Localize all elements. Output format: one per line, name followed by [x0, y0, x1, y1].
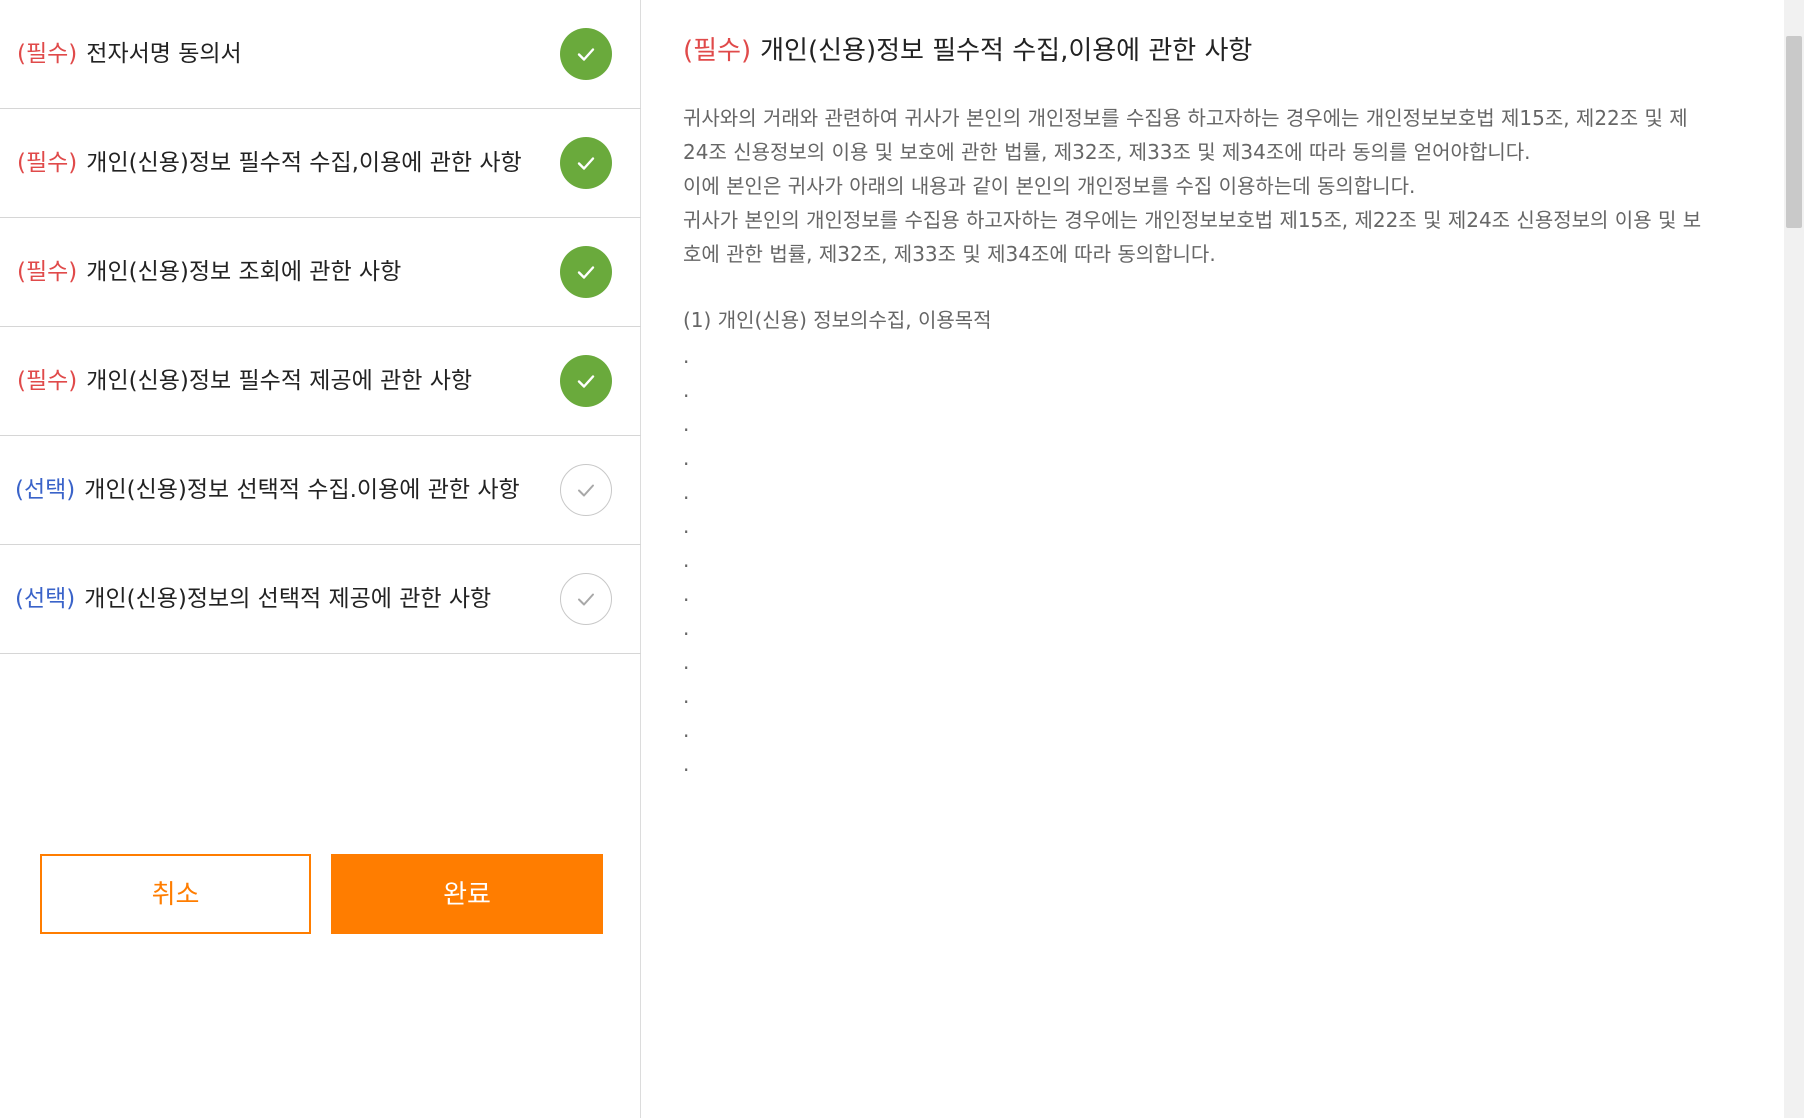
check-icon[interactable]	[560, 246, 612, 298]
detail-paragraph: 귀사가 본인의 개인정보를 수집용 하고자하는 경우에는 개인정보보호법 제15…	[683, 208, 1702, 266]
consent-item-label: 개인(신용)정보의 선택적 제공에 관한 사항	[84, 586, 492, 612]
ellipsis-line: .	[683, 514, 690, 538]
ellipsis-line: .	[683, 650, 690, 674]
detail-section-heading: (1) 개인(신용) 정보의수집, 이용목적	[683, 308, 992, 332]
ellipsis-line: .	[683, 752, 690, 776]
consent-item-text: (필수) 개인(신용)정보 필수적 수집,이용에 관한 사항	[17, 109, 522, 217]
consent-item-label: 전자서명 동의서	[86, 41, 242, 67]
done-button[interactable]: 완료	[331, 854, 603, 934]
check-icon[interactable]	[560, 137, 612, 189]
detail-body: 귀사와의 거래와 관련하여 귀사가 본인의 개인정보를 수집용 하고자하는 경우…	[683, 101, 1713, 271]
consent-item-text: (필수) 전자서명 동의서	[17, 0, 242, 108]
detail-paragraph: 이에 본인은 귀사가 아래의 내용과 같이 본인의 개인정보를 수집 이용하는데…	[683, 174, 1416, 198]
optional-tag: (선택)	[15, 586, 76, 612]
required-tag: (필수)	[17, 259, 78, 285]
cancel-button[interactable]: 취소	[40, 854, 311, 934]
ellipsis-line: .	[683, 412, 690, 436]
consent-item-label: 개인(신용)정보 필수적 제공에 관한 사항	[86, 368, 473, 394]
optional-tag: (선택)	[15, 477, 76, 503]
scrollbar[interactable]	[1784, 0, 1804, 1118]
required-tag: (필수)	[17, 150, 78, 176]
consent-item-text: (선택) 개인(신용)정보 선택적 수집.이용에 관한 사항	[15, 436, 520, 544]
consent-item-text: (필수) 개인(신용)정보 조회에 관한 사항	[17, 218, 401, 326]
detail-title-text: 개인(신용)정보 필수적 수집,이용에 관한 사항	[760, 36, 1253, 66]
ellipsis-line: .	[683, 582, 690, 606]
consent-item-inquiry[interactable]: (필수) 개인(신용)정보 조회에 관한 사항	[0, 218, 641, 327]
consent-list: (필수) 전자서명 동의서 (필수) 개인(신용)정보 필수적 수집,이용에 관한 …	[0, 0, 641, 654]
detail-ellipsis-list: . . . . . . . . . . . . .	[683, 339, 689, 781]
consent-item-text: (선택) 개인(신용)정보의 선택적 제공에 관한 사항	[15, 545, 491, 653]
required-tag: (필수)	[683, 36, 752, 66]
ellipsis-line: .	[683, 480, 690, 504]
check-icon[interactable]	[560, 464, 612, 516]
detail-paragraph: 귀사와의 거래와 관련하여 귀사가 본인의 개인정보를 수집용 하고자하는 경우…	[683, 106, 1688, 164]
required-tag: (필수)	[17, 368, 78, 394]
ellipsis-line: .	[683, 684, 690, 708]
consent-item-optional-provision[interactable]: (선택) 개인(신용)정보의 선택적 제공에 관한 사항	[0, 545, 641, 654]
consent-item-optional-collection[interactable]: (선택) 개인(신용)정보 선택적 수집.이용에 관한 사항	[0, 436, 641, 545]
ellipsis-line: .	[683, 616, 690, 640]
ellipsis-line: .	[683, 446, 690, 470]
consent-item-required-provision[interactable]: (필수) 개인(신용)정보 필수적 제공에 관한 사항	[0, 327, 641, 436]
ellipsis-line: .	[683, 378, 690, 402]
consent-item-label: 개인(신용)정보 필수적 수집,이용에 관한 사항	[86, 150, 522, 176]
ellipsis-line: .	[683, 548, 690, 572]
ellipsis-line: .	[683, 718, 690, 742]
ellipsis-line: .	[683, 344, 690, 368]
consent-list-panel: (필수) 전자서명 동의서 (필수) 개인(신용)정보 필수적 수집,이용에 관한 …	[0, 0, 641, 1118]
consent-item-text: (필수) 개인(신용)정보 필수적 제공에 관한 사항	[17, 327, 472, 435]
consent-screen: (필수) 전자서명 동의서 (필수) 개인(신용)정보 필수적 수집,이용에 관한 …	[0, 0, 1804, 1118]
check-icon[interactable]	[560, 355, 612, 407]
consent-item-required-collection[interactable]: (필수) 개인(신용)정보 필수적 수집,이용에 관한 사항	[0, 109, 641, 218]
check-icon[interactable]	[560, 28, 612, 80]
required-tag: (필수)	[17, 41, 78, 67]
consent-detail-panel: (필수) 개인(신용)정보 필수적 수집,이용에 관한 사항 귀사와의 거래와 관…	[642, 0, 1784, 1118]
detail-title: (필수) 개인(신용)정보 필수적 수집,이용에 관한 사항	[683, 30, 1252, 67]
consent-item-esign[interactable]: (필수) 전자서명 동의서	[0, 0, 641, 109]
consent-item-label: 개인(신용)정보 조회에 관한 사항	[86, 259, 402, 285]
scrollbar-thumb[interactable]	[1786, 36, 1802, 228]
consent-item-label: 개인(신용)정보 선택적 수집.이용에 관한 사항	[84, 477, 520, 503]
check-icon[interactable]	[560, 573, 612, 625]
